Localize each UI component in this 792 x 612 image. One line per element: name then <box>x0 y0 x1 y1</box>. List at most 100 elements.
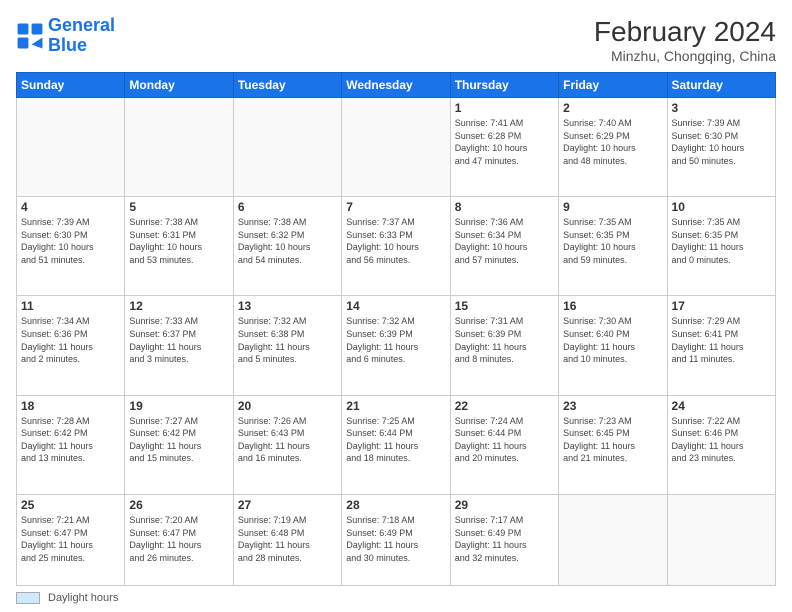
table-row: 27 Sunrise: 7:19 AM Sunset: 6:48 PM Dayli… <box>233 494 341 585</box>
day-info: Sunrise: 7:41 AM Sunset: 6:28 PM Dayligh… <box>455 117 554 167</box>
col-tuesday: Tuesday <box>233 73 341 98</box>
col-sunday: Sunday <box>17 73 125 98</box>
table-row: 3 Sunrise: 7:39 AM Sunset: 6:30 PM Daylig… <box>667 98 775 197</box>
page: GeneralBlue February 2024 Minzhu, Chongq… <box>0 0 792 612</box>
table-row <box>233 98 341 197</box>
day-number: 12 <box>129 299 228 313</box>
table-row: 8 Sunrise: 7:36 AM Sunset: 6:34 PM Daylig… <box>450 197 558 296</box>
day-info: Sunrise: 7:35 AM Sunset: 6:35 PM Dayligh… <box>563 216 662 266</box>
table-row: 13 Sunrise: 7:32 AM Sunset: 6:38 PM Dayli… <box>233 296 341 395</box>
day-info: Sunrise: 7:26 AM Sunset: 6:43 PM Dayligh… <box>238 415 337 465</box>
day-number: 14 <box>346 299 445 313</box>
day-info: Sunrise: 7:23 AM Sunset: 6:45 PM Dayligh… <box>563 415 662 465</box>
day-info: Sunrise: 7:29 AM Sunset: 6:41 PM Dayligh… <box>672 315 771 365</box>
table-row: 6Sunrise: 7:38 AM Sunset: 6:32 PM Daylig… <box>233 197 341 296</box>
day-number: 16 <box>563 299 662 313</box>
day-number: 15 <box>455 299 554 313</box>
day-info: Sunrise: 7:21 AM Sunset: 6:47 PM Dayligh… <box>21 514 120 564</box>
day-info: Sunrise: 7:20 AM Sunset: 6:47 PM Dayligh… <box>129 514 228 564</box>
day-info: Sunrise: 7:38 AM Sunset: 6:32 PM Dayligh… <box>238 216 337 266</box>
col-monday: Monday <box>125 73 233 98</box>
day-number: 8 <box>455 200 554 214</box>
table-row: 22 Sunrise: 7:24 AM Sunset: 6:44 PM Dayli… <box>450 395 558 494</box>
table-row: 20 Sunrise: 7:26 AM Sunset: 6:43 PM Dayli… <box>233 395 341 494</box>
table-row: 26 Sunrise: 7:20 AM Sunset: 6:47 PM Dayli… <box>125 494 233 585</box>
day-info: Sunrise: 7:33 AM Sunset: 6:37 PM Dayligh… <box>129 315 228 365</box>
day-info: Sunrise: 7:18 AM Sunset: 6:49 PM Dayligh… <box>346 514 445 564</box>
day-number: 5 <box>129 200 228 214</box>
table-row: 23 Sunrise: 7:23 AM Sunset: 6:45 PM Dayli… <box>559 395 667 494</box>
table-row: 9 Sunrise: 7:35 AM Sunset: 6:35 PM Daylig… <box>559 197 667 296</box>
table-row <box>125 98 233 197</box>
day-number: 4 <box>21 200 120 214</box>
table-row: 10 Sunrise: 7:35 AM Sunset: 6:35 PM Dayli… <box>667 197 775 296</box>
day-number: 23 <box>563 399 662 413</box>
col-saturday: Saturday <box>667 73 775 98</box>
day-info: Sunrise: 7:27 AM Sunset: 6:42 PM Dayligh… <box>129 415 228 465</box>
table-row: 4 Sunrise: 7:39 AM Sunset: 6:30 PM Daylig… <box>17 197 125 296</box>
day-info: Sunrise: 7:17 AM Sunset: 6:49 PM Dayligh… <box>455 514 554 564</box>
col-friday: Friday <box>559 73 667 98</box>
day-number: 2 <box>563 101 662 115</box>
daylight-swatch <box>16 592 40 604</box>
logo-icon <box>16 22 44 50</box>
day-number: 24 <box>672 399 771 413</box>
table-row: 2 Sunrise: 7:40 AM Sunset: 6:29 PM Daylig… <box>559 98 667 197</box>
footer: Daylight hours <box>16 592 776 604</box>
day-number: 20 <box>238 399 337 413</box>
calendar-table: Sunday Monday Tuesday Wednesday Thursday… <box>16 72 776 586</box>
calendar-header-row: Sunday Monday Tuesday Wednesday Thursday… <box>17 73 776 98</box>
day-info: Sunrise: 7:22 AM Sunset: 6:46 PM Dayligh… <box>672 415 771 465</box>
col-thursday: Thursday <box>450 73 558 98</box>
day-info: Sunrise: 7:32 AM Sunset: 6:39 PM Dayligh… <box>346 315 445 365</box>
day-number: 13 <box>238 299 337 313</box>
table-row <box>342 98 450 197</box>
table-row <box>667 494 775 585</box>
table-row: 5 Sunrise: 7:38 AM Sunset: 6:31 PM Daylig… <box>125 197 233 296</box>
table-row: 18Sunrise: 7:28 AM Sunset: 6:42 PM Dayli… <box>17 395 125 494</box>
day-info: Sunrise: 7:39 AM Sunset: 6:30 PM Dayligh… <box>21 216 120 266</box>
day-number: 21 <box>346 399 445 413</box>
logo: GeneralBlue <box>16 16 115 56</box>
day-number: 7 <box>346 200 445 214</box>
table-row: 25Sunrise: 7:21 AM Sunset: 6:47 PM Dayli… <box>17 494 125 585</box>
day-number: 11 <box>21 299 120 313</box>
table-row: 12 Sunrise: 7:33 AM Sunset: 6:37 PM Dayli… <box>125 296 233 395</box>
day-number: 22 <box>455 399 554 413</box>
table-row: 11 Sunrise: 7:34 AM Sunset: 6:36 PM Dayli… <box>17 296 125 395</box>
day-info: Sunrise: 7:31 AM Sunset: 6:39 PM Dayligh… <box>455 315 554 365</box>
table-row: 15 Sunrise: 7:31 AM Sunset: 6:39 PM Dayli… <box>450 296 558 395</box>
day-number: 3 <box>672 101 771 115</box>
day-number: 27 <box>238 498 337 512</box>
day-number: 26 <box>129 498 228 512</box>
table-row <box>17 98 125 197</box>
day-info: Sunrise: 7:35 AM Sunset: 6:35 PM Dayligh… <box>672 216 771 266</box>
table-row: 19 Sunrise: 7:27 AM Sunset: 6:42 PM Dayli… <box>125 395 233 494</box>
day-info: Sunrise: 7:39 AM Sunset: 6:30 PM Dayligh… <box>672 117 771 167</box>
day-info: Sunrise: 7:38 AM Sunset: 6:31 PM Dayligh… <box>129 216 228 266</box>
table-row: 1 Sunrise: 7:41 AM Sunset: 6:28 PM Daylig… <box>450 98 558 197</box>
table-row: 24 Sunrise: 7:22 AM Sunset: 6:46 PM Dayli… <box>667 395 775 494</box>
day-info: Sunrise: 7:19 AM Sunset: 6:48 PM Dayligh… <box>238 514 337 564</box>
day-number: 18 <box>21 399 120 413</box>
day-info: Sunrise: 7:24 AM Sunset: 6:44 PM Dayligh… <box>455 415 554 465</box>
table-row: 21Sunrise: 7:25 AM Sunset: 6:44 PM Dayli… <box>342 395 450 494</box>
table-row: 28 Sunrise: 7:18 AM Sunset: 6:49 PM Dayli… <box>342 494 450 585</box>
day-number: 9 <box>563 200 662 214</box>
day-number: 28 <box>346 498 445 512</box>
day-number: 1 <box>455 101 554 115</box>
day-info: Sunrise: 7:36 AM Sunset: 6:34 PM Dayligh… <box>455 216 554 266</box>
day-info: Sunrise: 7:34 AM Sunset: 6:36 PM Dayligh… <box>21 315 120 365</box>
day-info: Sunrise: 7:32 AM Sunset: 6:38 PM Dayligh… <box>238 315 337 365</box>
table-row: 7Sunrise: 7:37 AM Sunset: 6:33 PM Daylig… <box>342 197 450 296</box>
day-number: 19 <box>129 399 228 413</box>
table-row: 16Sunrise: 7:30 AM Sunset: 6:40 PM Dayli… <box>559 296 667 395</box>
table-row <box>559 494 667 585</box>
day-number: 17 <box>672 299 771 313</box>
table-row: 14 Sunrise: 7:32 AM Sunset: 6:39 PM Dayli… <box>342 296 450 395</box>
table-row: 29Sunrise: 7:17 AM Sunset: 6:49 PM Dayli… <box>450 494 558 585</box>
calendar-subtitle: Minzhu, Chongqing, China <box>594 48 776 64</box>
day-info: Sunrise: 7:40 AM Sunset: 6:29 PM Dayligh… <box>563 117 662 167</box>
title-block: February 2024 Minzhu, Chongqing, China <box>594 16 776 64</box>
day-number: 10 <box>672 200 771 214</box>
